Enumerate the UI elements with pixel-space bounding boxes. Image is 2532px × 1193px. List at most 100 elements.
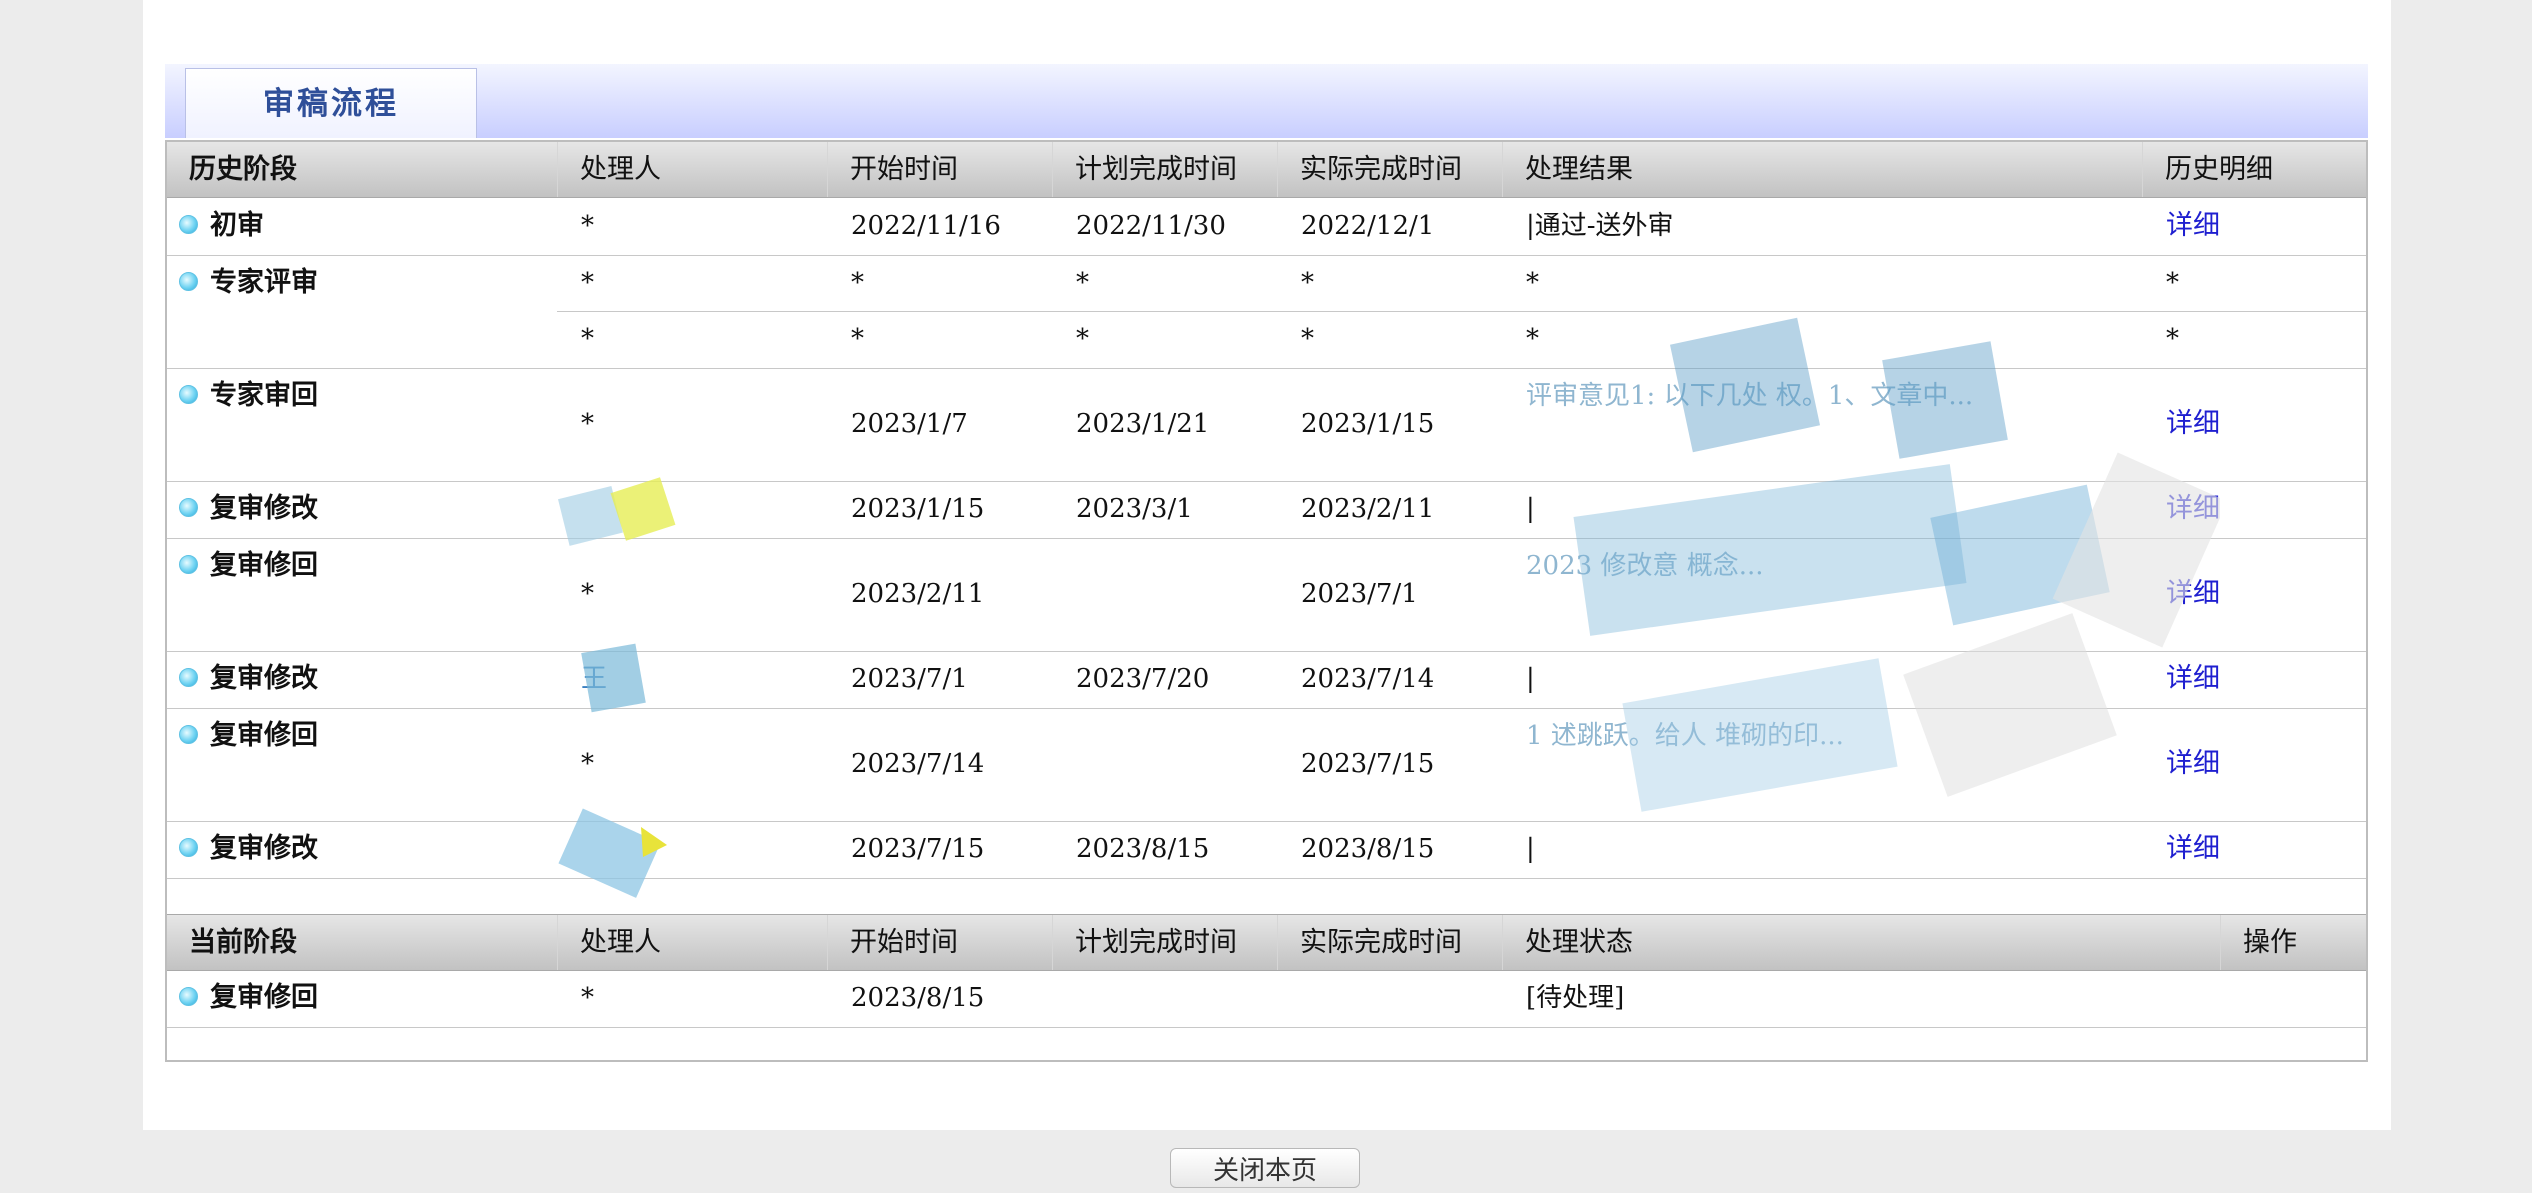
handler-cell: * bbox=[581, 579, 594, 609]
actual-time-header: 实际完成时间 bbox=[1277, 142, 1502, 197]
close-page-button[interactable]: 关闭本页 bbox=[1170, 1148, 1360, 1188]
actual-time-cell: 2023/7/1 bbox=[1301, 579, 1418, 609]
stage-cell: 复审修改 bbox=[179, 663, 318, 695]
detail-link[interactable]: 详细 bbox=[2166, 663, 2220, 695]
actual-time-cell: * bbox=[1301, 268, 1314, 298]
handler-cell: * bbox=[581, 268, 594, 298]
stage-cell: 专家审回 bbox=[179, 380, 318, 412]
handler-cell: * bbox=[581, 211, 594, 241]
actual-time-cell: 2023/1/15 bbox=[1301, 409, 1435, 439]
start-time-header: 开始时间 bbox=[827, 142, 1052, 197]
start-time-cell: 2022/11/16 bbox=[851, 211, 1001, 241]
history-stage-header: 历史阶段 bbox=[189, 154, 297, 185]
current-stage-header: 当前阶段 bbox=[189, 927, 297, 958]
result-cell: * bbox=[1526, 324, 1539, 354]
planned-time-cell: 2023/1/21 bbox=[1076, 409, 1210, 439]
planned-time-cell: 2023/7/20 bbox=[1076, 664, 1210, 694]
review-process-table: 历史阶段 处理人 开始时间 计划完成时间 实际完成时间 处理结果 历史明细 初审… bbox=[165, 140, 2368, 1062]
current-row: 复审修回 * 2023/8/15 [待处理] bbox=[167, 970, 2366, 1028]
detail-link[interactable]: 详细 bbox=[2166, 748, 2220, 780]
bullet-icon bbox=[179, 725, 198, 744]
detail-link[interactable]: 详细 bbox=[2166, 493, 2220, 525]
stage-cell: 复审修回 bbox=[179, 982, 318, 1014]
start-time-cell: 2023/8/15 bbox=[851, 983, 985, 1013]
start-time-cell: * bbox=[851, 324, 864, 354]
start-time-cell: 2023/1/7 bbox=[851, 409, 968, 439]
result-cell: 2023 修改意 概念... bbox=[1526, 551, 1764, 581]
planned-time-cell: 2022/11/30 bbox=[1076, 211, 1226, 241]
history-row: 初审 * 2022/11/16 2022/11/30 2022/12/1 |通过… bbox=[167, 198, 2366, 256]
sub-row-divider bbox=[557, 311, 2366, 312]
result-cell: |通过-送外审 bbox=[1526, 211, 1674, 241]
result-cell: | bbox=[1526, 664, 1535, 694]
handler-cell: * bbox=[581, 749, 594, 779]
actual-time-cell: 2023/8/15 bbox=[1301, 834, 1435, 864]
handler-cell: * bbox=[581, 409, 594, 439]
start-time-cell: 2023/2/11 bbox=[851, 579, 985, 609]
stage-cell: 专家评审 bbox=[179, 267, 318, 299]
planned-time-cell: * bbox=[1076, 268, 1089, 298]
result-cell: 1 述跳跃。给人 堆砌的印... bbox=[1526, 721, 1844, 751]
bullet-icon bbox=[179, 555, 198, 574]
bullet-icon bbox=[179, 272, 198, 291]
history-row: 复审修改 2023/1/15 2023/3/1 2023/2/11 | 详细 bbox=[167, 481, 2366, 539]
bullet-icon bbox=[179, 668, 198, 687]
start-time-cell: 2023/7/15 bbox=[851, 834, 985, 864]
detail-link[interactable]: 详细 bbox=[2166, 408, 2220, 440]
detail-link[interactable]: 详细 bbox=[2166, 833, 2220, 865]
history-row: 复审修回 * 2023/7/14 2023/7/15 1 述跳跃。给人 堆砌的印… bbox=[167, 708, 2366, 822]
detail-link[interactable]: 详细 bbox=[2166, 578, 2220, 610]
planned-time-cell: 2023/8/15 bbox=[1076, 834, 1210, 864]
planned-time-header: 计划完成时间 bbox=[1052, 915, 1277, 970]
stage-label: 复审修回 bbox=[210, 720, 318, 751]
bullet-icon bbox=[179, 838, 198, 857]
planned-time-cell: * bbox=[1076, 324, 1089, 354]
history-row: 复审修改 王 2023/7/1 2023/7/20 2023/7/14 | 详细 bbox=[167, 651, 2366, 709]
stage-cell: 复审修改 bbox=[179, 493, 318, 525]
handler-header: 处理人 bbox=[557, 142, 827, 197]
planned-time-cell: 2023/3/1 bbox=[1076, 494, 1193, 524]
bullet-icon bbox=[179, 987, 198, 1006]
actual-time-header: 实际完成时间 bbox=[1277, 915, 1502, 970]
status-cell: [待处理] bbox=[1526, 983, 1625, 1013]
history-row: 复审修改 2023/7/15 2023/8/15 2023/8/15 | 详细 bbox=[167, 821, 2366, 879]
stage-label: 专家审回 bbox=[210, 380, 318, 411]
stage-label: 复审修回 bbox=[210, 982, 318, 1013]
actual-time-cell: 2023/7/14 bbox=[1301, 664, 1435, 694]
start-time-cell: * bbox=[851, 268, 864, 298]
stage-label: 专家评审 bbox=[210, 267, 318, 298]
history-header-row: 历史阶段 处理人 开始时间 计划完成时间 实际完成时间 处理结果 历史明细 bbox=[167, 142, 2366, 198]
start-time-cell: 2023/7/14 bbox=[851, 749, 985, 779]
handler-cell: 王 bbox=[581, 664, 608, 694]
action-header: 操作 bbox=[2220, 915, 2370, 970]
result-header: 处理结果 bbox=[1502, 142, 2142, 197]
detail-cell: * bbox=[2166, 324, 2179, 354]
actual-time-cell: * bbox=[1301, 324, 1314, 354]
stage-label: 初审 bbox=[210, 210, 264, 241]
start-time-cell: 2023/1/15 bbox=[851, 494, 985, 524]
stage-cell: 复审修回 bbox=[179, 550, 318, 582]
bullet-icon bbox=[179, 215, 198, 234]
stage-cell: 复审修回 bbox=[179, 720, 318, 752]
current-header-row: 当前阶段 处理人 开始时间 计划完成时间 实际完成时间 处理状态 操作 bbox=[167, 914, 2366, 971]
actual-time-cell: 2023/2/11 bbox=[1301, 494, 1435, 524]
stage-label: 复审修改 bbox=[210, 833, 318, 864]
stage-label: 复审修改 bbox=[210, 493, 318, 524]
history-row: 专家审回 * 2023/1/7 2023/1/21 2023/1/15 评审意见… bbox=[167, 368, 2366, 482]
detail-cell: * bbox=[2166, 268, 2179, 298]
start-time-cell: 2023/7/1 bbox=[851, 664, 968, 694]
tab-review-process[interactable]: 审稿流程 bbox=[185, 68, 477, 138]
stage-cell: 复审修改 bbox=[179, 833, 318, 865]
actual-time-cell: 2022/12/1 bbox=[1301, 211, 1435, 241]
handler-cell: * bbox=[581, 324, 594, 354]
detail-link[interactable]: 详细 bbox=[2166, 210, 2220, 242]
result-cell: | bbox=[1526, 494, 1535, 524]
handler-cell: * bbox=[581, 983, 594, 1013]
detail-header: 历史明细 bbox=[2142, 142, 2370, 197]
result-cell: 评审意见1: 以下几处 权。1、文章中... bbox=[1526, 381, 1974, 411]
tab-bar: 审稿流程 bbox=[165, 64, 2368, 138]
result-cell: | bbox=[1526, 834, 1535, 864]
handler-header: 处理人 bbox=[557, 915, 827, 970]
history-row: 复审修回 * 2023/2/11 2023/7/1 2023 修改意 概念...… bbox=[167, 538, 2366, 652]
planned-time-header: 计划完成时间 bbox=[1052, 142, 1277, 197]
